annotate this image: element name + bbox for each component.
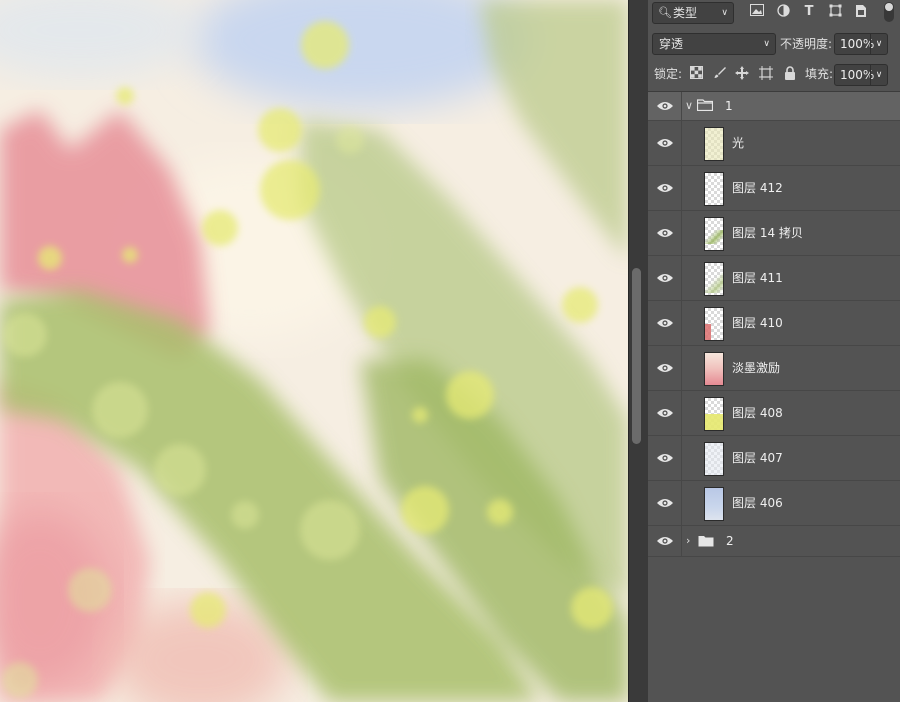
layer-name: 光: [732, 136, 745, 150]
layer-thumbnail: [704, 172, 724, 206]
chevron-right-icon[interactable]: ›: [686, 535, 690, 547]
visibility-eye-icon[interactable]: [656, 317, 674, 329]
folder-icon: [697, 99, 713, 111]
visibility-eye-icon[interactable]: [656, 182, 674, 194]
eye-column-divider: [681, 346, 682, 390]
smart-object-filter-icon[interactable]: [853, 4, 869, 20]
layer-thumbnail: [704, 397, 724, 431]
search-icon: 🔍︎: [658, 6, 672, 19]
layer-group-name: 1: [725, 99, 733, 113]
layer-group-row[interactable]: ∨ 1: [648, 92, 900, 121]
opacity-field[interactable]: 100% ∨: [834, 33, 888, 55]
visibility-eye-icon[interactable]: [656, 100, 674, 112]
lock-move-icon[interactable]: [734, 66, 750, 82]
image-filter-icon[interactable]: [749, 4, 765, 20]
visibility-eye-icon[interactable]: [656, 137, 674, 149]
layer-name: 图层 14 拷贝: [732, 226, 803, 240]
eye-column-divider: [681, 121, 682, 165]
layer-thumbnail: [704, 217, 724, 251]
layer-name: 图层 408: [732, 406, 783, 420]
chevron-down-icon[interactable]: ∨: [870, 65, 887, 85]
layer-row[interactable]: 图层 412: [648, 166, 900, 211]
layer-row[interactable]: 图层 406: [648, 481, 900, 526]
adjustment-filter-icon[interactable]: [775, 4, 791, 20]
layer-row[interactable]: 图层 408: [648, 391, 900, 436]
blend-mode-select[interactable]: 穿透 ∨: [652, 33, 776, 55]
eye-column-divider: [681, 391, 682, 435]
layer-thumbnail: [704, 307, 724, 341]
eye-column-divider: [681, 526, 682, 556]
layer-row[interactable]: 图层 411: [648, 256, 900, 301]
layer-thumbnail: [704, 262, 724, 296]
layers-panel: 🔍︎ 类型 ∨ T 穿透 ∨ 不透明度: 100% ∨ 锁定: 填充: 100%…: [648, 0, 900, 702]
eye-column-divider: [681, 301, 682, 345]
layer-row[interactable]: 光: [648, 121, 900, 166]
chevron-down-icon[interactable]: ∨: [685, 100, 693, 112]
fill-label: 填充:: [805, 67, 834, 81]
layer-filter-row: 🔍︎ 类型 ∨ T: [648, 0, 900, 30]
opacity-label: 不透明度:: [780, 37, 833, 51]
eye-column-divider: [681, 211, 682, 255]
eye-column-divider: [681, 92, 682, 120]
eye-column-divider: [681, 481, 682, 525]
shape-filter-icon[interactable]: [827, 4, 843, 20]
layer-row[interactable]: 图层 410: [648, 301, 900, 346]
visibility-eye-icon[interactable]: [656, 362, 674, 374]
eye-column-divider: [681, 166, 682, 210]
watercolor-artwork: [0, 0, 628, 702]
lock-paint-icon[interactable]: [711, 66, 727, 82]
chevron-down-icon: ∨: [721, 8, 728, 18]
fill-field[interactable]: 100% ∨: [834, 64, 888, 86]
layer-name: 图层 412: [732, 181, 783, 195]
visibility-eye-icon[interactable]: [656, 497, 674, 509]
layer-group-row[interactable]: › 2: [648, 526, 900, 557]
visibility-eye-icon[interactable]: [656, 227, 674, 239]
visibility-eye-icon[interactable]: [656, 272, 674, 284]
layer-kind-filter[interactable]: 🔍︎ 类型 ∨: [652, 2, 734, 24]
layer-thumbnail: [704, 352, 724, 386]
filter-toggle-switch[interactable]: [884, 2, 894, 22]
layer-name: 图层 406: [732, 496, 783, 510]
layer-name: 图层 410: [732, 316, 783, 330]
chevron-down-icon: ∨: [763, 39, 770, 49]
eye-column-divider: [681, 256, 682, 300]
visibility-eye-icon[interactable]: [656, 535, 674, 547]
folder-icon: [698, 536, 714, 547]
layer-name: 图层 407: [732, 451, 783, 465]
lock-label: 锁定:: [654, 67, 683, 81]
text-filter-icon[interactable]: T: [801, 4, 817, 20]
layer-row[interactable]: 图层 14 拷贝: [648, 211, 900, 256]
layer-name: 淡墨激励: [732, 361, 781, 375]
lock-artboard-icon[interactable]: [758, 66, 774, 82]
visibility-eye-icon[interactable]: [656, 452, 674, 464]
blend-mode-value: 穿透: [659, 37, 684, 51]
eye-column-divider: [681, 436, 682, 480]
layer-row[interactable]: 图层 407: [648, 436, 900, 481]
visibility-eye-icon[interactable]: [656, 407, 674, 419]
layer-thumbnail: [704, 442, 724, 476]
layer-group-name: 2: [726, 534, 734, 548]
lock-transparent-icon[interactable]: [688, 66, 704, 82]
layer-thumbnail: [704, 127, 724, 161]
canvas-scrollbar-thumb[interactable]: [632, 268, 641, 444]
lock-all-icon[interactable]: [782, 66, 798, 82]
chevron-down-icon[interactable]: ∨: [870, 34, 887, 54]
document-canvas[interactable]: [0, 0, 628, 702]
layer-row[interactable]: 淡墨激励: [648, 346, 900, 391]
layer-thumbnail: [704, 487, 724, 521]
layer-kind-filter-label: 类型: [673, 6, 698, 20]
layer-name: 图层 411: [732, 271, 783, 285]
